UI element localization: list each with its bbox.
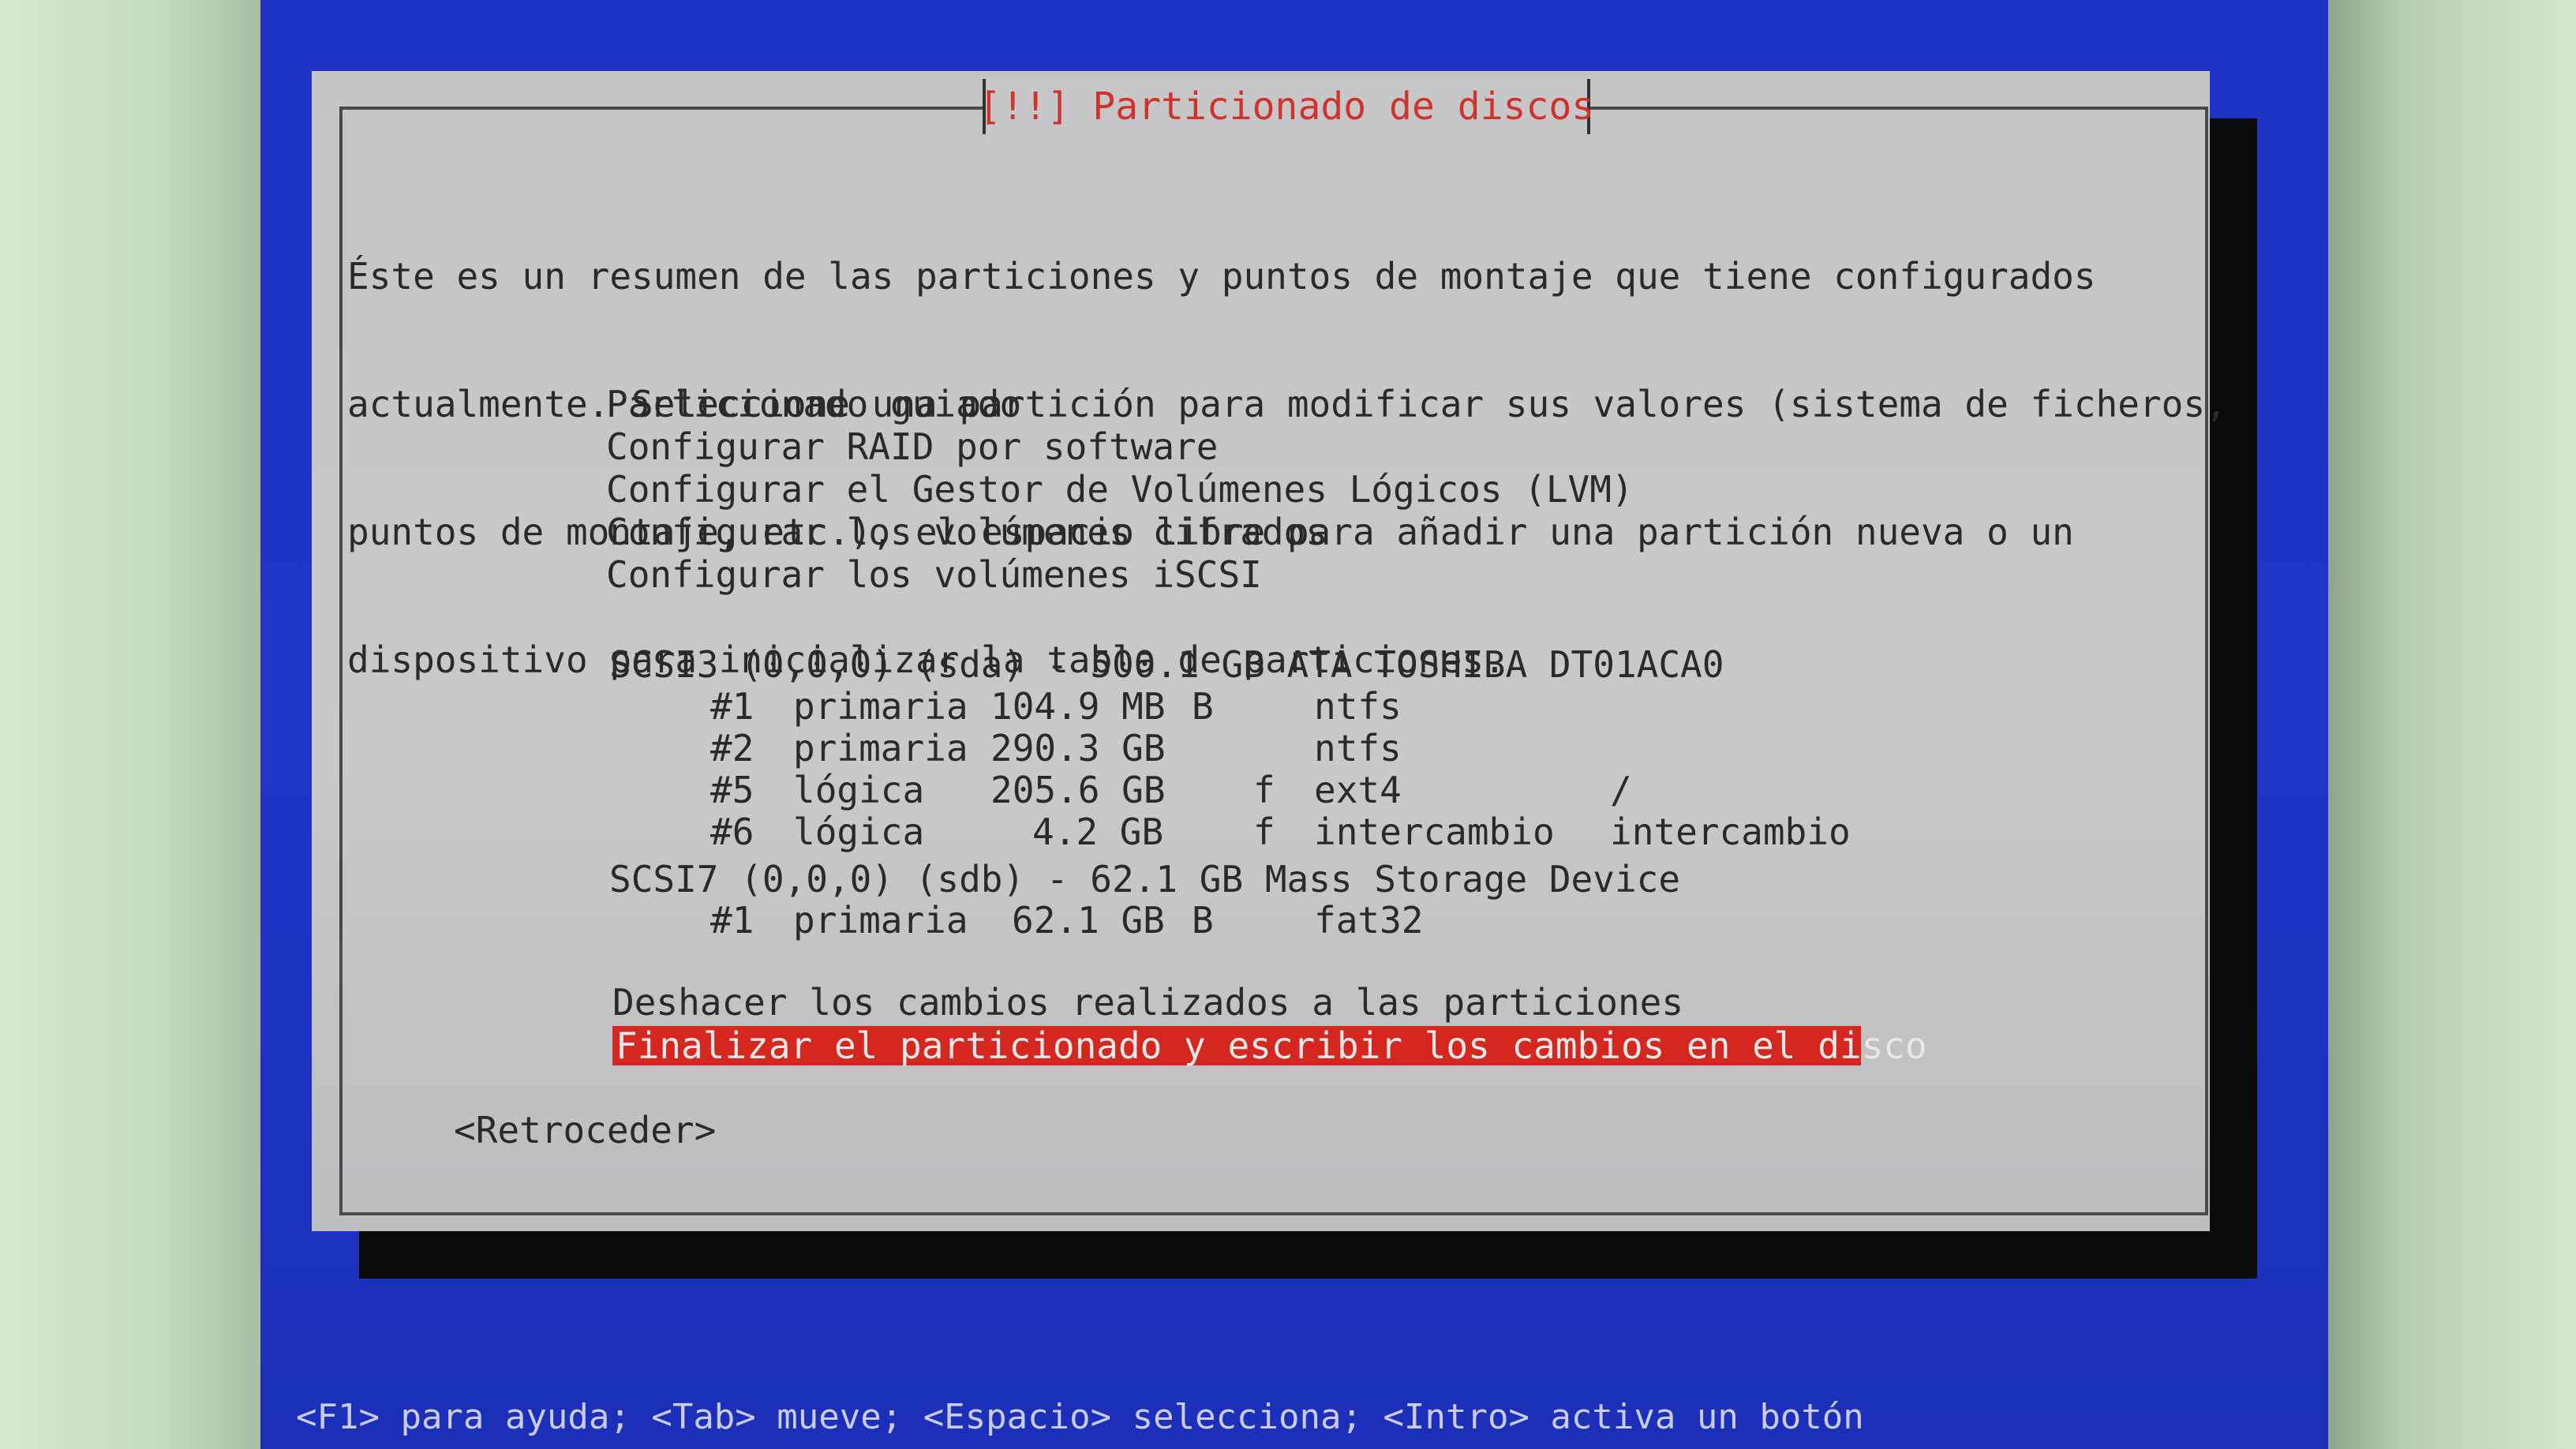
partition-type: primaria (793, 899, 968, 942)
partition-size: 62.1 GB (1012, 899, 1165, 942)
partition-filesystem: fat32 (1314, 899, 1424, 942)
partition-number: #6 (710, 811, 754, 853)
partition-size: 205.6 GB (990, 769, 1166, 811)
menu-guided-partitioning[interactable]: Particionado guiado (606, 383, 1021, 425)
partition-row[interactable]: #6 lógica 4.2 GB f intercambio intercamb… (710, 811, 1855, 853)
partition-number: #1 (710, 685, 754, 728)
partition-size: 290.3 GB (990, 727, 1166, 769)
partition-size: 4.2 GB (1032, 811, 1164, 853)
dialog-title-box: [!!] Particionado de discos (979, 79, 1594, 134)
partition-number: #2 (710, 727, 754, 769)
finish-partitioning-option[interactable]: Finalizar el particionado y escribir los… (612, 1026, 1927, 1065)
monitor-bezel-left (0, 0, 260, 1449)
undo-changes-option[interactable]: Deshacer los cambios realizados a las pa… (612, 981, 1683, 1024)
disk-sda[interactable]: SCSI3 (0,0,0) (sda) - 500.1 GB ATA TOSHI… (609, 643, 1724, 686)
monitor-bezel-right (2328, 0, 2576, 1449)
intro-line: Éste es un resumen de las particiones y … (347, 255, 2096, 298)
partition-flag: B (1192, 685, 1214, 728)
back-button[interactable]: <Retroceder> (454, 1109, 716, 1151)
partition-type: lógica (793, 811, 925, 853)
menu-configure-encrypted[interactable]: Configurar los volúmenes cifrados (606, 511, 1327, 553)
partition-mount: / (1610, 769, 1632, 811)
partition-row[interactable]: #2 primaria 290.3 GB ntfs (710, 727, 1855, 769)
partition-filesystem: ntfs (1314, 727, 1402, 769)
partition-row[interactable]: #5 lógica 205.6 GB f ext4 / (710, 769, 1855, 811)
partition-flag: f (1253, 769, 1275, 811)
dialog-title: [!!] Particionado de discos (978, 84, 1595, 129)
disk-sdb[interactable]: SCSI7 (0,0,0) (sdb) - 62.1 GB Mass Stora… (609, 858, 1680, 900)
partition-flag: f (1253, 811, 1275, 853)
partition-type: primaria (793, 685, 968, 728)
partition-number: #1 (710, 899, 754, 942)
partition-row[interactable]: #1 primaria 104.9 MB B ntfs (710, 685, 1855, 728)
partition-number: #5 (710, 769, 754, 811)
menu-configure-iscsi[interactable]: Configurar los volúmenes iSCSI (606, 553, 1262, 596)
partition-type: primaria (793, 727, 968, 769)
help-line: <F1> para ayuda; <Tab> mueve; <Espacio> … (296, 1397, 1864, 1437)
partition-type: lógica (793, 769, 925, 811)
partition-filesystem: ntfs (1314, 685, 1402, 728)
partition-flag: B (1192, 899, 1214, 942)
menu-configure-raid[interactable]: Configurar RAID por software (606, 425, 1218, 468)
menu-configure-lvm[interactable]: Configurar el Gestor de Volúmenes Lógico… (606, 468, 1634, 511)
partition-size: 104.9 MB (990, 685, 1166, 728)
partition-filesystem: ext4 (1314, 769, 1402, 811)
partition-filesystem: intercambio (1314, 811, 1555, 853)
partition-row[interactable]: #1 primaria 62.1 GB B fat32 (710, 899, 1855, 942)
partition-mount: intercambio (1610, 811, 1851, 853)
